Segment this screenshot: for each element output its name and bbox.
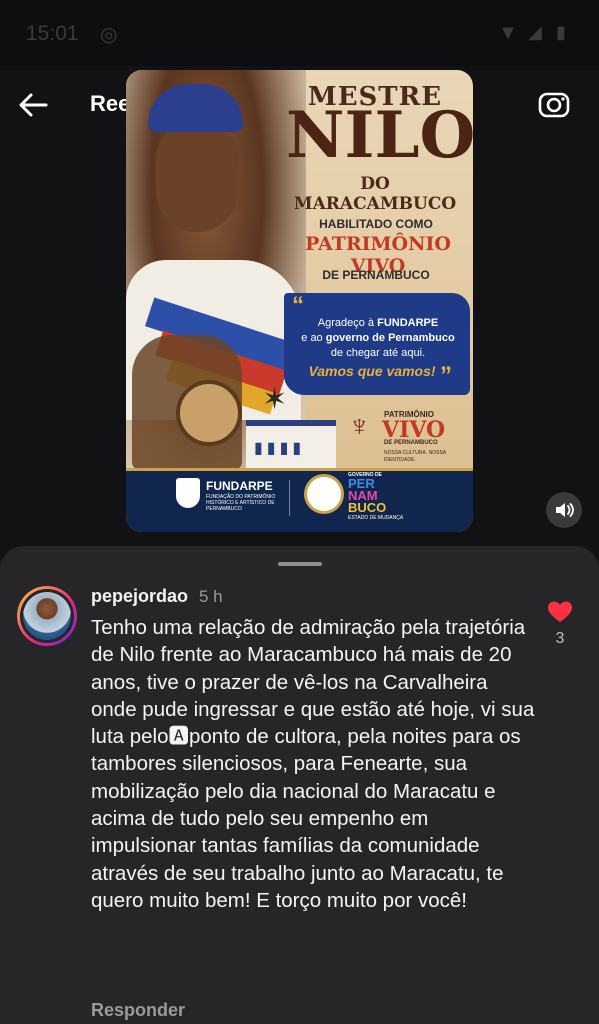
pv-sub: DE PERNAMBUCO — [384, 440, 438, 446]
government-seal — [304, 474, 344, 514]
poster-habilitado: HABILITADO COMO — [319, 217, 433, 231]
poster-quote: Agradeço à FUNDARPE e ao governo de Pern… — [292, 316, 464, 361]
quote-bold1: FUNDARPE — [377, 317, 439, 329]
like-count: 3 — [555, 630, 565, 647]
poster-nilo: NILO — [286, 98, 473, 173]
poster-vamos: Vamos que vamos! — [308, 363, 436, 379]
patrimonio-figure-icon: ♆ — [348, 410, 371, 443]
sync-icon: ◎ — [100, 24, 118, 46]
signal-icon: ◢ — [528, 22, 542, 42]
poster-drum — [176, 380, 242, 446]
battery-icon: ▮ — [556, 22, 566, 42]
quote-bold2: governo de Pernambuco — [325, 332, 455, 344]
quote-line3: de chegar até aqui. — [330, 347, 426, 359]
avatar[interactable] — [20, 589, 74, 643]
volume-button[interactable] — [546, 492, 582, 528]
speaker-icon — [556, 503, 574, 517]
heart-icon[interactable] — [547, 600, 573, 624]
status-time: 15:01 — [26, 22, 79, 45]
quote-close-icon: ” — [440, 362, 452, 389]
wifi-icon: ▼ — [498, 22, 518, 44]
poster-face — [156, 122, 238, 232]
avatar-photo — [23, 592, 71, 640]
quote-line1: Agradeço à — [317, 317, 378, 329]
comment-username[interactable]: pepejordao — [91, 586, 188, 607]
pv-motto: NOSSA CULTURA. NOSSA IDENTIDADE. — [384, 450, 446, 463]
reply-button[interactable]: Responder — [91, 1000, 185, 1021]
fundarpe-name: FUNDARPE — [206, 479, 273, 493]
sheet-grabber[interactable] — [278, 562, 322, 566]
poster-church-windows: ▮▮▮▮ — [254, 440, 306, 457]
fundarpe-logo — [176, 478, 200, 508]
gov-buco: BUCO — [348, 500, 387, 515]
poster-de-pernambuco: DE PERNAMBUCO — [322, 268, 430, 282]
comments-sheet: pepejordao 5 h Tenho uma relação de admi… — [0, 546, 599, 1024]
comment-text: Tenho uma relação de admiração pela traj… — [91, 616, 535, 912]
reel-video[interactable]: ▮▮▮▮ ✶ MESTRE NILO DO MARACAMBUCO HABILI… — [126, 70, 473, 532]
footer-divider — [289, 480, 290, 516]
arrow-left-icon[interactable] — [16, 88, 50, 122]
gov-estado: ESTADO DE MUDANÇA — [348, 515, 404, 521]
fundarpe-sub: FUNDAÇÃO DO PATRIMÔNIO HISTÓRICO E ARTÍS… — [206, 494, 276, 512]
poster-maracambuco: DO MARACAMBUCO — [293, 174, 457, 214]
comment-timestamp: 5 h — [199, 587, 223, 606]
camera-icon[interactable] — [536, 86, 572, 122]
status-bar: 15:01 ◎ ▼ ◢ ▮ — [0, 0, 599, 66]
quote-line2: e ao — [301, 332, 326, 344]
palm-icon: ✶ — [262, 383, 288, 416]
